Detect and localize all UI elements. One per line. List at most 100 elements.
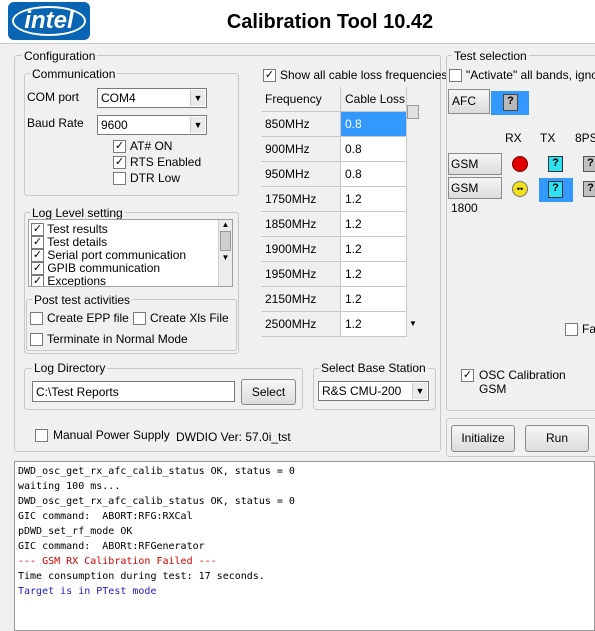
table-scrollbar[interactable]: ▼ xyxy=(407,105,421,335)
log-output[interactable]: DWD_osc_get_rx_afc_calib_status OK, stat… xyxy=(14,461,595,631)
baud-rate-value: 9600 xyxy=(101,118,128,132)
com-port-value: COM4 xyxy=(101,91,136,105)
log-line: --- GSM RX Calibration Failed --- xyxy=(18,556,217,567)
cable-loss-cell[interactable]: 1.2 xyxy=(341,187,407,212)
show-all-freq-checkbox[interactable]: ✓ xyxy=(263,69,276,82)
baud-rate-label: Baud Rate xyxy=(27,116,84,130)
frequency-cell: 2500MHz xyxy=(261,312,341,337)
tx-unknown-icon[interactable]: ? xyxy=(548,156,563,172)
log-level-legend: Log Level setting xyxy=(30,206,125,220)
initialize-button[interactable]: Initialize xyxy=(451,425,515,452)
log-line: pDWD_set_rf_mode OK xyxy=(18,526,133,537)
list-item-label: Test results xyxy=(47,222,108,236)
log-directory-input[interactable]: C:\Test Reports xyxy=(32,381,235,402)
terminate-checkbox[interactable] xyxy=(30,333,43,346)
activate-all-label: "Activate" all bands, ignore xyxy=(466,68,595,82)
dwdio-version: DWDIO Ver: 57.0i_tst xyxy=(176,430,291,444)
baud-rate-select[interactable]: 9600 ▼ xyxy=(97,115,207,135)
log-line: GIC command: ABORT:RFG:RXCal xyxy=(18,511,193,522)
show-all-freq-label: Show all cable loss frequencies xyxy=(280,68,448,82)
create-epp-label: Create EPP file xyxy=(47,311,129,325)
band-gsm1800-button[interactable]: GSM 1800 xyxy=(448,177,502,215)
8psk-unknown-icon[interactable]: ? xyxy=(583,181,595,197)
scroll-thumb[interactable] xyxy=(407,105,419,119)
dtr-low-checkbox[interactable] xyxy=(113,172,126,185)
dtr-low-label: DTR Low xyxy=(130,171,181,185)
tx-selected-cell[interactable]: ? xyxy=(539,178,573,202)
checkbox[interactable]: ✓ xyxy=(31,275,44,286)
manual-power-supply-label: Manual Power Supply xyxy=(53,428,170,442)
chevron-down-icon: ▼ xyxy=(190,90,205,106)
list-scrollbar[interactable]: ▲ ▼ xyxy=(218,220,232,286)
frequency-cell: 950MHz xyxy=(261,162,341,187)
at-on-label: AT# ON xyxy=(130,139,173,153)
frequency-cell: 1900MHz xyxy=(261,237,341,262)
post-test-legend: Post test activities xyxy=(32,293,133,307)
cable-loss-cell[interactable]: 0.8 xyxy=(341,137,407,162)
select-directory-button[interactable]: Select xyxy=(241,379,296,405)
create-xls-label: Create Xls File xyxy=(150,311,229,325)
afc-label: AFC xyxy=(448,89,490,114)
osc-calibration-checkbox[interactable]: ✓ xyxy=(461,369,474,382)
frequency-cell: 1750MHz xyxy=(261,187,341,212)
tx-unknown-icon: ? xyxy=(548,181,563,198)
com-port-select[interactable]: COM4 ▼ xyxy=(97,88,207,108)
band-gsm900-button[interactable]: GSM 900 xyxy=(448,153,502,191)
unknown-status-icon: ? xyxy=(503,94,518,111)
scroll-thumb[interactable] xyxy=(220,231,231,251)
log-line: DWD_osc_get_rx_afc_calib_status OK, stat… xyxy=(18,496,295,507)
configuration-legend: Configuration xyxy=(22,49,98,63)
cable-loss-cell[interactable]: 1.2 xyxy=(341,287,407,312)
column-header-cable-loss: Cable Loss xyxy=(341,87,407,112)
frequency-cell: 900MHz xyxy=(261,137,341,162)
cable-loss-cell[interactable]: 1.2 xyxy=(341,212,407,237)
log-line: Target is in PTest mode xyxy=(18,586,157,597)
cable-loss-cell[interactable]: 1.2 xyxy=(341,237,407,262)
activate-all-checkbox[interactable] xyxy=(449,69,462,82)
list-item-label: Exceptions xyxy=(47,274,107,287)
rx-warning-icon[interactable]: •• xyxy=(512,181,528,197)
chevron-down-icon: ▼ xyxy=(412,383,427,399)
cable-loss-cell[interactable]: 0.8 xyxy=(341,162,407,187)
frequency-cell: 1950MHz xyxy=(261,262,341,287)
app-title: Calibration Tool 10.42 xyxy=(226,11,434,33)
logo-text: intel xyxy=(24,7,74,34)
cable-loss-cell[interactable]: 0.8 xyxy=(341,112,407,137)
create-xls-checkbox[interactable] xyxy=(133,312,146,325)
scroll-up-icon[interactable]: ▲ xyxy=(219,220,232,229)
scroll-down-icon[interactable]: ▼ xyxy=(219,253,232,262)
base-station-legend: Select Base Station xyxy=(319,361,428,375)
create-epp-checkbox[interactable] xyxy=(30,312,43,325)
list-item-label: GPIB communication xyxy=(47,261,161,275)
at-on-checkbox[interactable]: ✓ xyxy=(113,140,126,153)
fa-label: Fa xyxy=(582,322,595,336)
chevron-down-icon: ▼ xyxy=(190,117,205,133)
column-header-8psk: 8PS xyxy=(575,131,595,145)
title-bar: intel Calibration Tool 10.42 xyxy=(0,0,595,44)
afc-status-cell[interactable]: ? xyxy=(491,91,529,115)
frequency-cell: 2150MHz xyxy=(261,287,341,312)
communication-legend: Communication xyxy=(30,67,118,81)
fa-checkbox[interactable] xyxy=(565,323,578,336)
cable-loss-cell[interactable]: 1.2 xyxy=(341,262,407,287)
scroll-down-icon[interactable]: ▼ xyxy=(409,319,417,328)
cable-loss-cell[interactable]: 1.2 xyxy=(341,312,407,337)
column-header-rx: RX xyxy=(505,131,522,145)
log-line: GIC command: ABORt:RFGenerator xyxy=(18,541,205,552)
rx-fail-icon[interactable] xyxy=(512,156,528,172)
log-line: Time consumption during test: 17 seconds… xyxy=(18,571,265,582)
run-button[interactable]: Run xyxy=(525,425,589,452)
list-item[interactable]: ✓ Exceptions xyxy=(31,274,107,287)
rts-enabled-checkbox[interactable]: ✓ xyxy=(113,156,126,169)
base-station-select[interactable]: R&S CMU-200 ▼ xyxy=(318,381,429,401)
frequency-cell: 1850MHz xyxy=(261,212,341,237)
log-level-list[interactable]: ✓ Test results ✓ Test details ✓ Serial p… xyxy=(28,219,233,287)
log-directory-legend: Log Directory xyxy=(32,361,108,375)
column-header-frequency: Frequency xyxy=(261,87,341,112)
base-station-value: R&S CMU-200 xyxy=(322,384,402,398)
8psk-unknown-icon[interactable]: ? xyxy=(583,156,595,172)
list-item-label: Serial port communication xyxy=(47,248,187,262)
log-line: waiting 100 ms... xyxy=(18,481,121,492)
manual-power-supply-checkbox[interactable] xyxy=(35,429,48,442)
rts-enabled-label: RTS Enabled xyxy=(130,155,202,169)
